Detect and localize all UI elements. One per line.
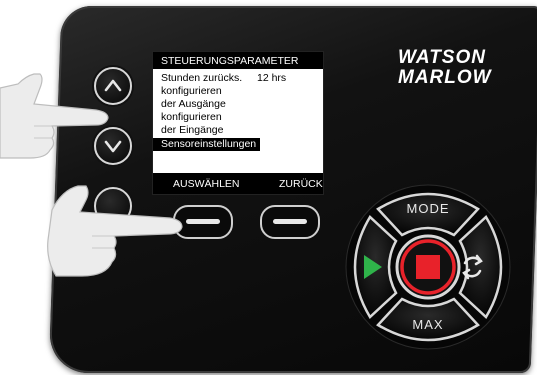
menu-item-configure-outputs-2[interactable]: der Ausgänge [153, 98, 323, 111]
control-dpad: MODE MAX [345, 184, 511, 350]
menu-item-label: der Eingänge [161, 124, 224, 136]
pointing-hand-icon [47, 185, 183, 277]
menu-item-value: 12 hrs [257, 72, 287, 84]
stop-button[interactable] [395, 234, 461, 300]
menu-item-label: Stunden zurücks. [161, 72, 243, 84]
lcd-screen: STEUERUNGSPARAMETER Stunden zurücks. 12 … [152, 51, 324, 195]
pointing-hand-icon [0, 73, 109, 159]
softkey-label-back: ZURÜCK [279, 178, 323, 190]
menu-item-label: konfigurieren [161, 85, 222, 97]
menu-item-reset-hours[interactable]: Stunden zurücks. 12 hrs [153, 72, 323, 85]
screen-title: STEUERUNGSPARAMETER [153, 52, 323, 70]
brand-line-1: WATSON [398, 47, 486, 68]
max-label: MAX [412, 317, 443, 332]
menu-item-label: der Ausgänge [161, 98, 226, 110]
brand-logo: WATSON MARLOW [398, 48, 492, 88]
brand-line-2: MARLOW [398, 67, 492, 88]
softkey-bar [273, 219, 307, 224]
softkey-right-button[interactable] [260, 205, 320, 239]
mode-label: MODE [407, 201, 450, 216]
stop-icon [416, 255, 440, 279]
menu-item-configure-outputs-1[interactable]: konfigurieren [153, 85, 323, 98]
menu-item-label: Sensoreinstellungen [161, 138, 257, 150]
menu-list: Stunden zurücks. 12 hrs konfigurieren de… [153, 69, 323, 173]
softkey-bar [186, 219, 220, 224]
menu-item-sensor-settings[interactable]: Sensoreinstellungen [153, 138, 260, 151]
menu-item-label: konfigurieren [161, 111, 222, 123]
menu-item-configure-inputs-2[interactable]: der Eingänge [153, 124, 323, 137]
menu-item-configure-inputs-1[interactable]: konfigurieren [153, 111, 323, 124]
